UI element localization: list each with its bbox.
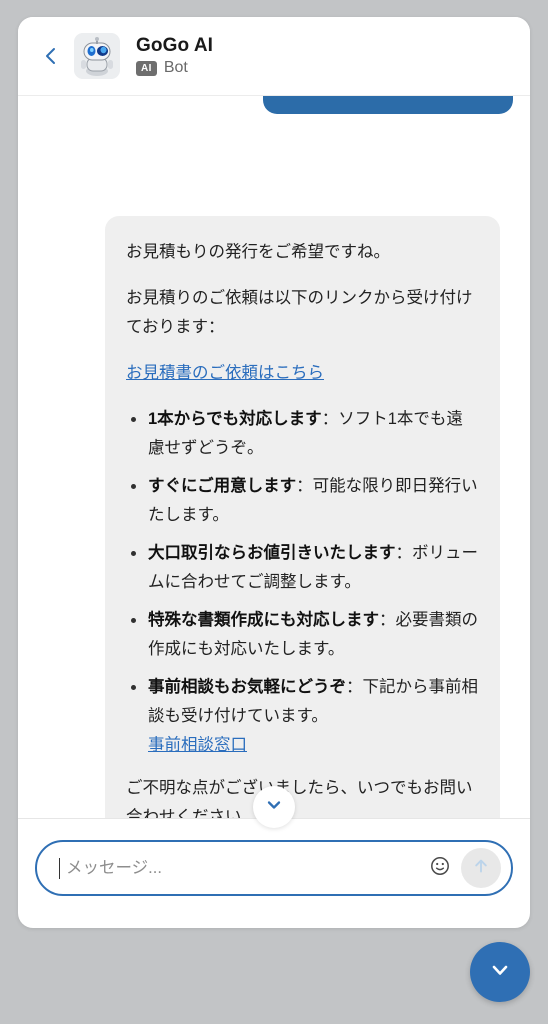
- page-title: GoGo AI: [136, 35, 214, 56]
- feature-bullet-list: 1本からでも対応します：ソフト1本でも遠慮せずどうぞ。 すぐにご用意します：可能…: [126, 405, 479, 760]
- bullet-title: 特殊な書類作成にも対応します: [148, 611, 379, 629]
- bullet-title: 1本からでも対応します: [148, 410, 322, 428]
- back-button[interactable]: [32, 37, 70, 75]
- chevron-left-icon: [40, 45, 62, 67]
- message-list[interactable]: お見積もりの発行をご希望ですね。 お見積りのご依頼は以下のリンクから受け付けてお…: [18, 96, 530, 864]
- bot-subtitle: AI Bot: [136, 59, 213, 77]
- bullet-separator: ：: [321, 410, 339, 428]
- bullet-separator: ：: [296, 477, 313, 495]
- avatar: [74, 33, 120, 79]
- scroll-to-bottom-button[interactable]: [253, 786, 295, 828]
- message-lead: お見積りのご依頼は以下のリンクから受け付けております：: [126, 289, 473, 336]
- smiley-icon: [429, 855, 451, 882]
- bot-message-bubble: お見積もりの発行をご希望ですね。 お見積りのご依頼は以下のリンクから受け付けてお…: [105, 216, 500, 864]
- bullet-title: 事前相談もお気軽にどうぞ: [148, 678, 346, 696]
- message-intro: お見積もりの発行をご希望ですね。: [126, 243, 390, 261]
- emoji-button[interactable]: [425, 853, 455, 883]
- quote-request-link[interactable]: お見積書のご依頼はこちら: [126, 364, 324, 382]
- bullet-separator: ：: [346, 678, 363, 696]
- arrow-up-icon: [470, 855, 492, 882]
- bullet-title: 大口取引ならお値引きいたします: [148, 544, 396, 562]
- bullet-title: すぐにご用意します: [148, 477, 297, 495]
- bullet-separator: ：: [395, 544, 413, 562]
- chevron-down-icon: [265, 796, 283, 819]
- chat-launcher-button[interactable]: [470, 942, 530, 1002]
- primary-link-paragraph: お見積書のご依頼はこちら: [126, 359, 479, 388]
- status-badge: AI: [136, 60, 157, 76]
- header-text-block: GoGo AI AI Bot: [136, 35, 213, 77]
- chat-widget-card: GoGo AI AI Bot お見積もりの発行をご希望ですね。 お見積りのご依頼…: [18, 17, 530, 928]
- bullet-separator: ：: [379, 611, 396, 629]
- search-input[interactable]: [60, 853, 425, 883]
- list-item: 特殊な書類作成にも対応します：必要書類の作成にも対応いたします。: [126, 606, 479, 664]
- bot-role-label: Bot: [163, 59, 188, 76]
- list-item: 1本からでも対応します：ソフト1本でも遠慮せずどうぞ。: [126, 405, 479, 463]
- send-button[interactable]: [461, 848, 501, 888]
- consultation-desk-link[interactable]: 事前相談窓口: [148, 731, 479, 760]
- robot-avatar-icon: [74, 33, 120, 79]
- list-item: 事前相談もお気軽にどうぞ：下記から事前相談も受け付けています。 事前相談窓口: [126, 673, 479, 760]
- user-message-bubble: [263, 96, 513, 114]
- list-item: すぐにご用意します：可能な限り即日発行いたします。: [126, 472, 479, 530]
- list-item: 大口取引ならお値引きいたします：ボリュームに合わせてご調整します。: [126, 539, 479, 597]
- chat-header: GoGo AI AI Bot: [18, 17, 530, 96]
- chevron-down-icon: [486, 956, 514, 989]
- message-composer[interactable]: [35, 840, 513, 896]
